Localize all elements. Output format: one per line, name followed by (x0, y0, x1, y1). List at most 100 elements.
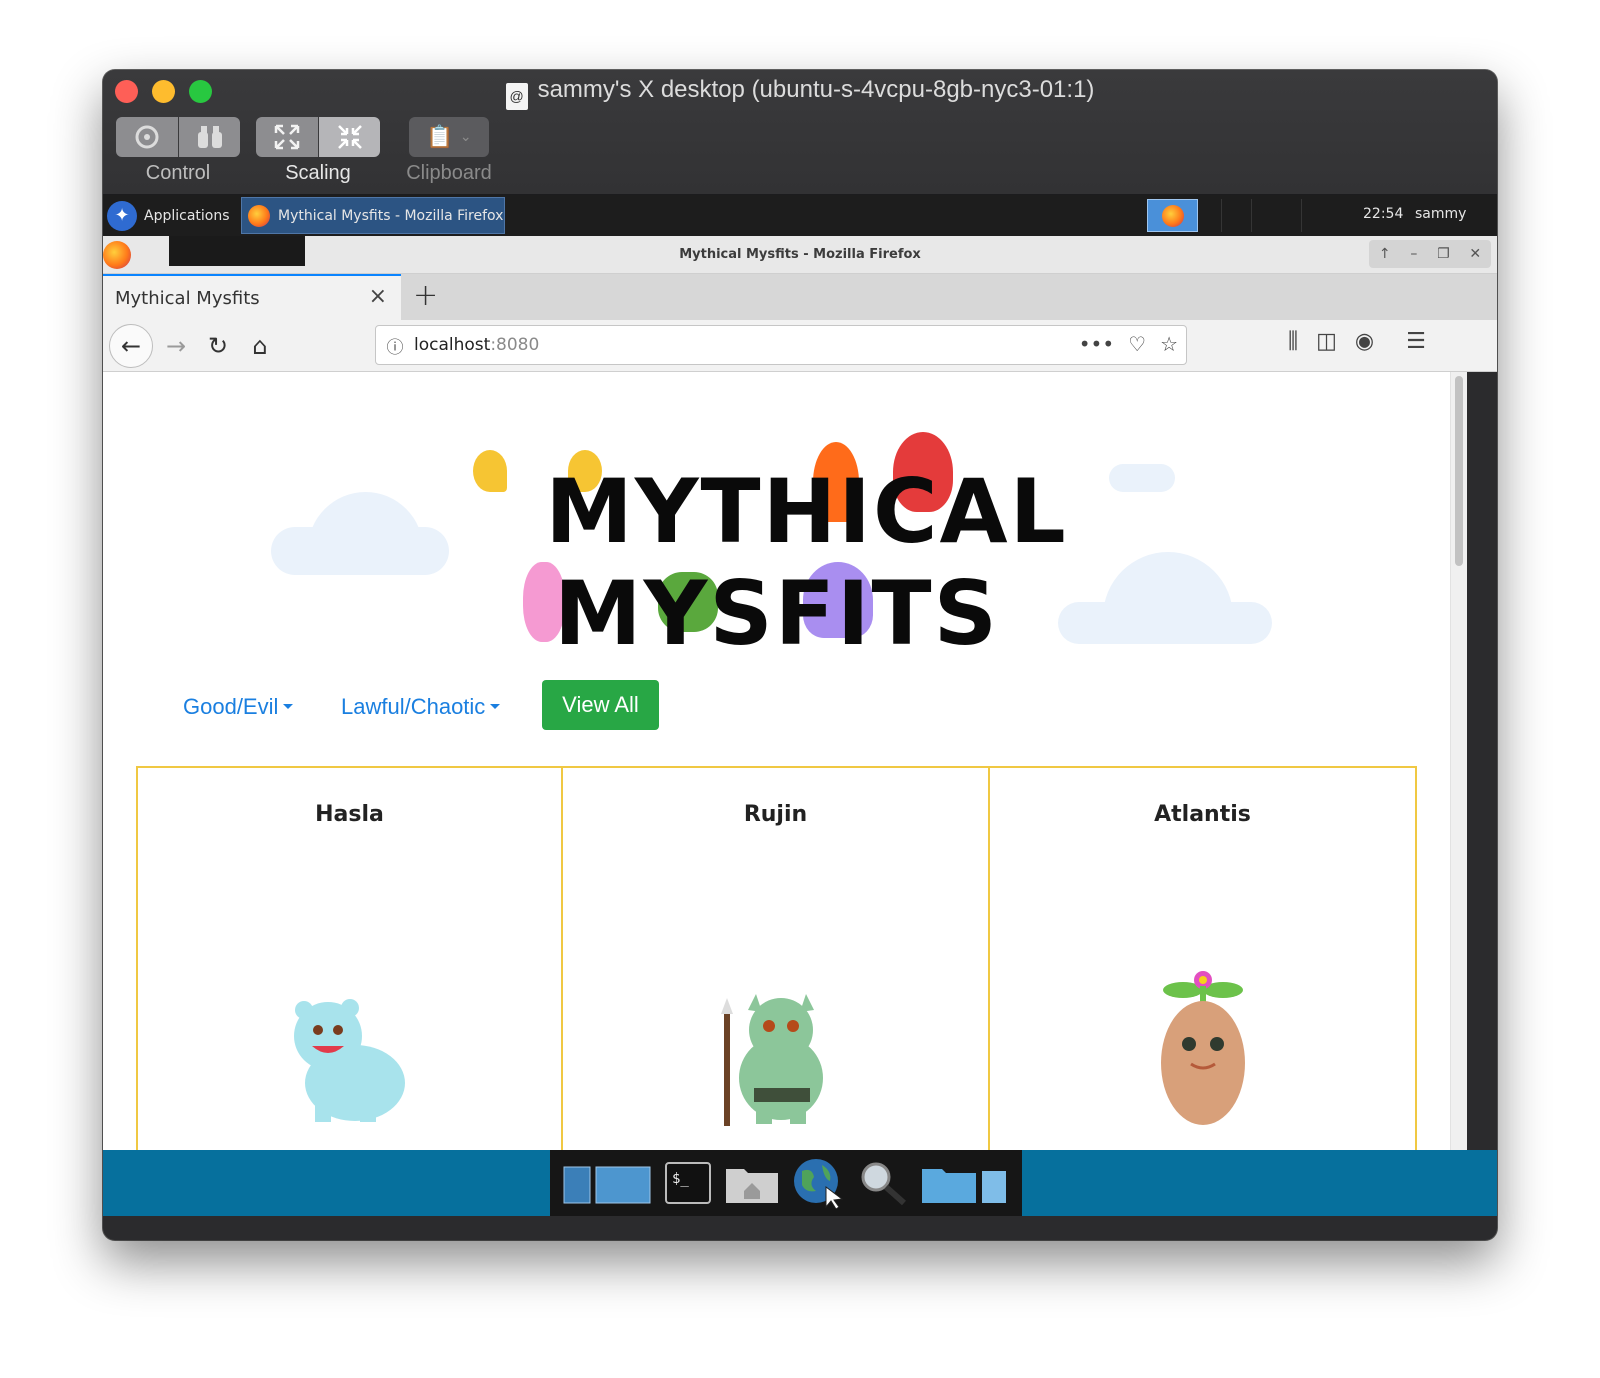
url-bar[interactable]: ⓘ localhost:8080 ••• ♡ ☆ (375, 325, 1187, 365)
clipboard-button[interactable]: 📋 ⌄ (409, 117, 489, 157)
mysfit-name: Hasla (315, 802, 384, 827)
menu-icon[interactable]: ☰ (1406, 329, 1426, 354)
tab-close-icon[interactable]: × (369, 284, 387, 309)
dock: $_ (550, 1150, 1022, 1216)
bottom-panel: $_ (103, 1150, 1497, 1216)
site-info-icon[interactable]: ⓘ (376, 333, 414, 358)
terminal-launcher[interactable]: $_ (664, 1159, 712, 1207)
bookmark-star-icon[interactable]: ☆ (1160, 332, 1178, 356)
toolbar-right: ⫼ ◫ ◉ ☰ (1288, 329, 1426, 354)
scaling-group (256, 117, 380, 157)
scale-expand-button[interactable] (256, 117, 318, 157)
yeti-creature-image (293, 999, 405, 1122)
observe-button[interactable] (178, 117, 240, 157)
scaling-label: Scaling (285, 162, 351, 184)
scrollbar-thumb[interactable] (1455, 376, 1463, 566)
troll-creature-image (720, 994, 823, 1126)
window-title-text: sammy's X desktop (ubuntu-s-4vcpu-8gb-ny… (537, 76, 1095, 103)
sidebar-icon[interactable]: ◫ (1316, 329, 1337, 354)
firefox-launcher-button[interactable] (1147, 199, 1198, 232)
back-button[interactable]: ← (109, 324, 153, 368)
pocket-icon[interactable]: ♡ (1128, 332, 1146, 356)
forward-arrow-icon: → (165, 332, 187, 360)
minimize-icon[interactable]: – (1410, 246, 1417, 262)
maximize-icon[interactable]: ❐ (1437, 246, 1450, 262)
reload-icon: ↻ (207, 332, 229, 360)
expand-arrows-icon (274, 124, 300, 150)
url-actions: ••• ♡ ☆ (1079, 332, 1178, 356)
panel-user[interactable]: sammy (1415, 206, 1466, 222)
taskbar-firefox-label: Mythical Mysfits - Mozilla Firefox (278, 207, 504, 224)
taskbar-firefox-button[interactable]: Mythical Mysfits - Mozilla Firefox (241, 197, 505, 234)
mysfit-card[interactable]: Hasla (136, 766, 563, 1150)
new-tab-button[interactable]: + (413, 278, 438, 313)
folder-launcher[interactable] (920, 1159, 1010, 1207)
window-title: @ sammy's X desktop (ubuntu-s-4vcpu-8gb-n… (103, 76, 1497, 110)
panel-clock[interactable]: 22:54 (1363, 206, 1403, 222)
xfce-mouse-icon: ✦ (107, 200, 137, 231)
page-scrollbar[interactable] (1450, 372, 1467, 1150)
close-icon[interactable]: ✕ (1469, 246, 1481, 262)
window-controls: ↑ – ❐ ✕ (1369, 240, 1491, 268)
shrink-arrows-icon (337, 125, 362, 149)
firefox-icon (1161, 204, 1184, 227)
web-browser-launcher[interactable] (792, 1159, 844, 1209)
lawful-chaotic-dropdown[interactable]: Lawful/Chaotic (341, 694, 501, 720)
plant-creature-image (1160, 971, 1245, 1125)
firefox-icon (248, 204, 270, 227)
reload-button[interactable]: ↻ (201, 329, 235, 363)
clipboard-label: Clipboard (406, 162, 492, 184)
home-folder-launcher[interactable] (724, 1159, 780, 1207)
url-port: :8080 (490, 335, 540, 355)
firefox-window-title: Mythical Mysfits - Mozilla Firefox (679, 247, 921, 262)
view-all-button[interactable]: View All (542, 680, 659, 730)
firefox-titlebar: Mythical Mysfits - Mozilla Firefox ↑ – ❐… (103, 236, 1497, 274)
terminal-icon: $_ (665, 1162, 711, 1204)
arrow-up-icon[interactable]: ↑ (1379, 246, 1391, 262)
mac-titlebar: @ sammy's X desktop (ubuntu-s-4vcpu-8gb-n… (103, 70, 1497, 195)
home-button[interactable]: ⌂ (243, 329, 277, 363)
good-evil-label: Good/Evil (183, 694, 279, 719)
mysfit-card[interactable]: Atlantis (990, 766, 1417, 1150)
pointer-icon (135, 125, 159, 149)
good-evil-dropdown[interactable]: Good/Evil (183, 694, 294, 720)
tab-strip: Mythical Mysfits × + (103, 274, 1497, 320)
lawful-chaotic-label: Lawful/Chaotic (341, 694, 486, 719)
navigation-toolbar: ← → ↻ ⌂ ⓘ localhost:8080 ••• ♡ ☆ ⫼ ◫ ◉ ☰ (103, 320, 1497, 372)
control-group (116, 117, 240, 157)
caret-down-icon (283, 704, 294, 709)
logo-line-two: MYSFITS (554, 562, 999, 665)
logo-line-one: MYTHICAL (545, 460, 1068, 563)
scale-shrink-button[interactable] (318, 117, 380, 157)
panel-separator (1221, 199, 1222, 232)
clipboard-group: 📋 ⌄ (409, 117, 489, 157)
mysfit-card[interactable]: Rujin (563, 766, 990, 1150)
vnc-document-icon: @ (505, 83, 528, 110)
panel-separator (1251, 199, 1252, 232)
applications-label: Applications (144, 207, 230, 224)
library-icon[interactable]: ⫼ (1288, 329, 1298, 354)
account-icon[interactable]: ◉ (1355, 329, 1374, 354)
mysfit-name: Atlantis (1154, 802, 1251, 827)
forward-button[interactable]: → (159, 329, 193, 363)
xfce-top-panel: ✦ Applications Mythical Mysfits - Mozill… (103, 195, 1497, 236)
mysfit-name: Rujin (743, 802, 808, 827)
applications-menu-button[interactable]: ✦ Applications (107, 198, 238, 233)
tab-mythical-mysfits[interactable]: Mythical Mysfits × (103, 274, 401, 320)
home-icon: ⌂ (252, 332, 268, 360)
url-host: localhost (414, 335, 491, 355)
panel-separator (1301, 199, 1302, 232)
hero-logo: MYTHICAL MYSFITS (103, 372, 1450, 672)
caret-down-icon (490, 704, 501, 709)
search-launcher[interactable] (856, 1159, 908, 1207)
magnifier-icon (861, 1162, 906, 1206)
page-actions-icon[interactable]: ••• (1079, 332, 1114, 356)
home-folder-icon (726, 1169, 778, 1203)
clipboard-icon: 📋 (426, 124, 454, 150)
control-label: Control (145, 162, 211, 184)
back-arrow-icon: ← (120, 332, 142, 360)
show-desktop-button[interactable] (562, 1159, 652, 1207)
filter-bar: Good/Evil Lawful/Chaotic View All (103, 680, 1450, 734)
chevron-down-icon: ⌄ (459, 129, 472, 145)
pointer-control-button[interactable] (116, 117, 178, 157)
